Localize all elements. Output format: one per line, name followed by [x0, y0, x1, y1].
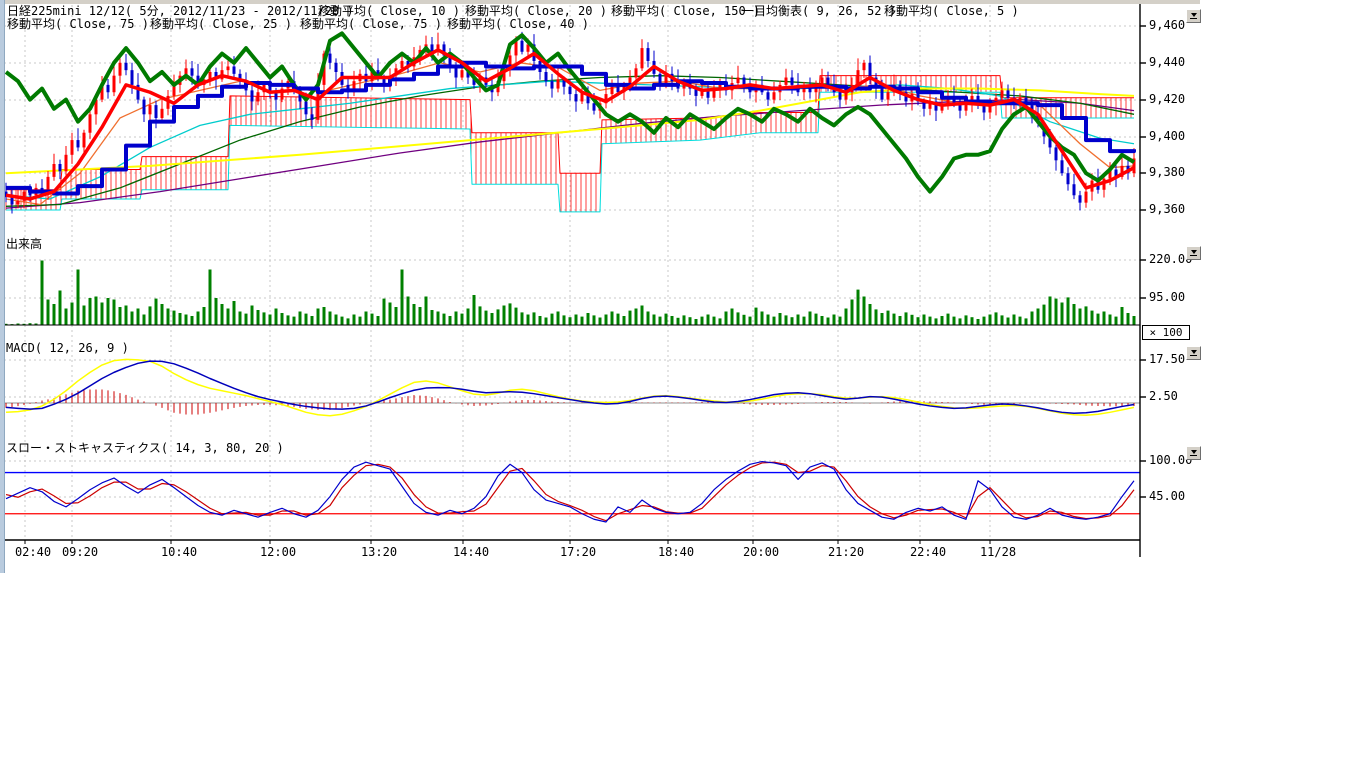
x-axis-tick-label: 11/28: [976, 546, 1020, 559]
macd-scale-dropdown[interactable]: [1186, 346, 1201, 360]
x-axis-tick-label: 14:40: [449, 546, 493, 559]
x-axis-tick-label: 12:00: [256, 546, 300, 559]
legend-item: 移動平均( Close, 150 ): [611, 5, 760, 18]
x-axis-tick-label: 18:40: [654, 546, 698, 559]
chevron-down-icon: [1191, 250, 1197, 254]
x-axis-tick-label: 20:00: [739, 546, 783, 559]
legend-item: 移動平均( Close, 5 ): [884, 5, 1019, 18]
y-axis-tick-label: 45.00: [1149, 490, 1185, 503]
x-axis-tick-label: 10:40: [157, 546, 201, 559]
macd-panel-title: MACD( 12, 26, 9 ): [6, 342, 129, 355]
legend-item: 一目均衡表( 9, 26, 52 ): [742, 5, 896, 18]
chevron-down-icon: [1191, 450, 1197, 454]
stochastics-panel: [4, 462, 1140, 522]
window-left-strip: [0, 0, 5, 573]
x-axis-tick-label: 02:40: [11, 546, 55, 559]
x-axis-tick-label: 22:40: [906, 546, 950, 559]
y-axis-tick-label: 17.50: [1149, 353, 1185, 366]
legend-item: 移動平均( Close, 75 ): [300, 18, 442, 31]
x-axis-tick-label: 21:20: [824, 546, 868, 559]
y-axis-tick-label: 9,380: [1149, 166, 1185, 179]
chevron-down-icon: [1191, 13, 1197, 17]
chevron-down-icon: [1191, 350, 1197, 354]
x-axis-tick-label: 09:20: [58, 546, 102, 559]
stochastics-panel-title: スロー・ストキャスティクス( 14, 3, 80, 20 ): [6, 442, 284, 455]
y-axis-tick-label: 2.50: [1149, 390, 1178, 403]
volume-multiplier-box: × 100: [1142, 325, 1190, 340]
legend-item: 移動平均( Close, 40 ): [447, 18, 589, 31]
volume-scale-dropdown[interactable]: [1186, 246, 1201, 260]
y-axis-tick-label: 9,400: [1149, 130, 1185, 143]
chart-canvas: [0, 0, 1210, 575]
volume-bars: [4, 261, 1140, 326]
price-scale-dropdown[interactable]: [1186, 9, 1201, 23]
y-axis-tick-label: 95.00: [1149, 291, 1185, 304]
x-axis-tick-label: 17:20: [556, 546, 600, 559]
y-axis-tick-label: 9,460: [1149, 19, 1185, 32]
legend-item: 移動平均( Close, 75 ): [7, 18, 149, 31]
x-axis-tick-label: 13:20: [357, 546, 401, 559]
y-axis-tick-label: 9,360: [1149, 203, 1185, 216]
volume-panel-title: 出来高: [6, 238, 42, 251]
stoch-scale-dropdown[interactable]: [1186, 446, 1201, 460]
y-axis-tick-label: 9,440: [1149, 56, 1185, 69]
chart-application-window: 日経225mini 12/12( 5分, 2012/11/23 - 2012/1…: [0, 0, 1366, 768]
y-axis-tick-label: 9,420: [1149, 93, 1185, 106]
macd-panel: [4, 359, 1140, 415]
legend-item: 移動平均( Close, 25 ): [150, 18, 292, 31]
